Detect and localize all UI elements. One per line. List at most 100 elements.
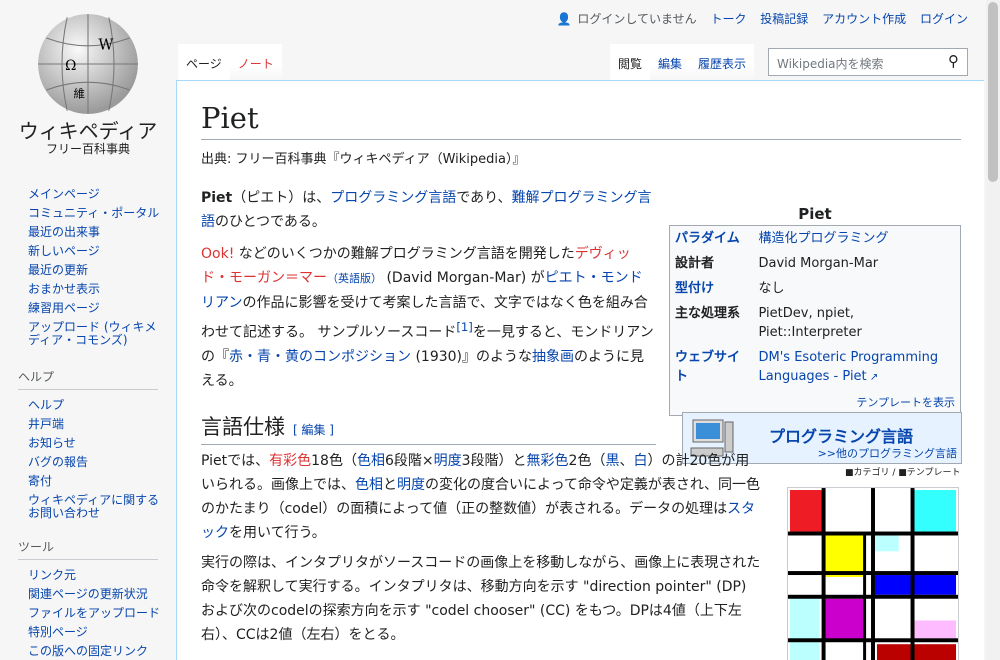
infobox-value: PietDev, npiet, Piet::Interpreter bbox=[758, 306, 862, 340]
text: 18色（ bbox=[311, 453, 357, 469]
reference-link[interactable]: [1] bbox=[456, 320, 473, 334]
infobox-value[interactable]: 構造化プログラミング bbox=[759, 231, 889, 246]
infobox-value[interactable]: DM's Esoteric Programming Languages - Pi… bbox=[759, 350, 939, 384]
infobox: Piet パラダイム 構造化プログラミング 設計者 David Morgan-Mar… bbox=[669, 205, 961, 416]
namespace-tabs: ページ ノート bbox=[178, 44, 282, 80]
piet-sample-image[interactable] bbox=[787, 487, 959, 660]
sidebar-link[interactable]: 井戸端 bbox=[28, 415, 168, 434]
term-bold: Piet bbox=[201, 190, 233, 206]
text: を用いて行う。 bbox=[229, 525, 326, 541]
tab-page[interactable]: ページ bbox=[178, 44, 230, 80]
link[interactable]: 明度 bbox=[397, 477, 425, 493]
not-logged-in-text: ログインしていません bbox=[577, 12, 697, 26]
infobox-row: パラダイム 構造化プログラミング bbox=[670, 226, 961, 252]
talk-link[interactable]: トーク bbox=[710, 12, 746, 26]
tab-talk[interactable]: ノート bbox=[229, 44, 282, 80]
red-link[interactable]: 有彩色 bbox=[269, 453, 311, 469]
infobox-key[interactable]: 型付け bbox=[675, 281, 714, 296]
infobox-caption: Piet bbox=[798, 205, 832, 223]
puzzle-globe-icon: W Ω 維 bbox=[38, 14, 138, 114]
infobox-key[interactable]: パラダイム bbox=[675, 231, 740, 246]
tab-edit[interactable]: 編集 bbox=[650, 44, 691, 80]
section-heading: 言語仕様 [ 編集 ] bbox=[201, 411, 656, 445]
show-template-link[interactable]: テンプレートを表示 bbox=[856, 396, 955, 409]
sidebar-link[interactable]: ヘルプ bbox=[28, 396, 168, 415]
link[interactable]: 明度 bbox=[434, 453, 462, 469]
portal-other-link[interactable]: >>他のプログラミング言語 bbox=[818, 445, 957, 461]
sidebar-navigation: メインページ コミュニティ・ポータル 最近の出来事 新しいページ 最近の更新 お… bbox=[28, 185, 168, 347]
text: と bbox=[383, 477, 397, 493]
tab-read[interactable]: 閲覧 bbox=[610, 44, 651, 80]
link[interactable]: 赤・青・黄のコンポジション bbox=[229, 349, 411, 365]
infobox-row: 設計者 David Morgan-Mar bbox=[670, 251, 961, 276]
sidebar-link[interactable]: バグの報告 bbox=[28, 453, 168, 472]
sidebar-link[interactable]: お知らせ bbox=[28, 434, 168, 453]
search-placeholder: Wikipedia内を検索 bbox=[777, 57, 884, 71]
help-heading: ヘルプ bbox=[18, 368, 158, 390]
external-link-icon: ↗ bbox=[866, 372, 879, 383]
page-title: Piet bbox=[201, 101, 961, 140]
link[interactable]: 黒 bbox=[605, 453, 619, 469]
red-link[interactable]: Ook! bbox=[201, 246, 234, 262]
search-input[interactable]: Wikipedia内を検索 ⚲ bbox=[768, 48, 968, 76]
contributions-link[interactable]: 投稿記録 bbox=[760, 12, 808, 26]
infobox-key[interactable]: ウェブサイト bbox=[675, 350, 740, 384]
link[interactable]: 色相 bbox=[357, 453, 385, 469]
sidebar-link[interactable]: 最近の更新 bbox=[28, 261, 168, 280]
text: （ピエト）は、 bbox=[232, 190, 331, 206]
sidebar-link[interactable]: 関連ページの更新状況 bbox=[28, 585, 168, 604]
scrollbar-thumb[interactable] bbox=[988, 2, 998, 182]
sidebar-link[interactable]: この版への固定リンク bbox=[28, 642, 168, 660]
text: (David Morgan-Mar) が bbox=[382, 270, 545, 286]
link[interactable]: 無彩色 bbox=[527, 453, 569, 469]
tagline: フリー百科事典 bbox=[45, 142, 130, 156]
text: (1930)』のような bbox=[411, 348, 533, 365]
portal-title[interactable]: プログラミング言語 bbox=[769, 423, 913, 447]
article-content: Piet 出典: フリー百科事典『ウィキペディア（Wikipedia）』 Pie… bbox=[176, 80, 984, 660]
view-tabs: 閲覧 編集 履歴表示 bbox=[610, 44, 755, 80]
sidebar-link[interactable]: 練習用ページ bbox=[28, 299, 168, 318]
text: 6段階× bbox=[384, 453, 434, 469]
link[interactable]: プログラミング言語 bbox=[330, 190, 456, 206]
sidebar-link[interactable]: ウィキペディアに関するお問い合わせ bbox=[28, 494, 168, 520]
link[interactable]: 色相 bbox=[355, 477, 383, 493]
svg-text:W: W bbox=[98, 36, 113, 53]
sidebar-link[interactable]: メインページ bbox=[28, 185, 168, 204]
sidebar-link[interactable]: ファイルをアップロード bbox=[28, 604, 168, 623]
text: Pietでは、 bbox=[201, 453, 270, 469]
sidebar-link[interactable]: コミュニティ・ポータル bbox=[28, 204, 168, 223]
infobox-table: パラダイム 構造化プログラミング 設計者 David Morgan-Mar 型付け な… bbox=[669, 225, 961, 416]
sidebar-help: ヘルプ ヘルプ 井戸端 お知らせ バグの報告 寄付 ウィキペディアに関するお問い… bbox=[18, 368, 168, 520]
search-icon[interactable]: ⚲ bbox=[948, 52, 959, 70]
wordmark: ウィキペディア bbox=[18, 119, 158, 143]
link[interactable]: 白 bbox=[633, 453, 647, 469]
sidebar-link[interactable]: 特別ページ bbox=[28, 623, 168, 642]
text: であり、 bbox=[456, 190, 512, 206]
text: 3段階）と bbox=[461, 453, 527, 469]
spec-paragraph-2: 実行の際は、インタプリタがソースコードの画像上を移動しながら、画像上に表現された… bbox=[201, 555, 761, 643]
create-account-link[interactable]: アカウント作成 bbox=[822, 12, 906, 26]
link[interactable]: 抽象画 bbox=[532, 349, 574, 365]
sidebar-link[interactable]: おまかせ表示 bbox=[28, 280, 168, 299]
svg-text:維: 維 bbox=[73, 86, 84, 100]
interlanguage-link[interactable]: （英語版） bbox=[327, 272, 382, 285]
lead-paragraph-2: Ook! などのいくつかの難解プログラミング言語を開発したデヴィッド・モーガン＝… bbox=[201, 242, 656, 393]
tab-history[interactable]: 履歴表示 bbox=[690, 44, 755, 80]
section-title: 言語仕様 bbox=[201, 415, 285, 439]
user-icon: 👤 bbox=[556, 12, 572, 26]
scrollbar[interactable] bbox=[986, 0, 1000, 660]
wikipedia-logo[interactable]: W Ω 維 ウィキペディア フリー百科事典 bbox=[18, 12, 158, 156]
infobox-row: ウェブサイト DM's Esoteric Programming Language… bbox=[670, 345, 961, 390]
login-link[interactable]: ログイン bbox=[920, 12, 968, 26]
sidebar-link[interactable]: 新しいページ bbox=[28, 242, 168, 261]
sidebar-link[interactable]: アップロード (ウィキメディア・コモンズ) bbox=[28, 321, 168, 347]
sidebar-link[interactable]: リンク元 bbox=[28, 566, 168, 585]
section-edit-link[interactable]: [ 編集 ] bbox=[293, 423, 334, 437]
spec-paragraph-1: Pietでは、有彩色18色（色相6段階×明度3段階）と無彩色2色（黒、白）の計2… bbox=[201, 449, 761, 545]
sidebar-tools: ツール リンク元 関連ページの更新状況 ファイルをアップロード 特別ページ この… bbox=[18, 538, 168, 660]
sidebar-link[interactable]: 最近の出来事 bbox=[28, 223, 168, 242]
infobox-row: 主な処理系 PietDev, npiet, Piet::Interpreter bbox=[670, 301, 961, 345]
text: などのいくつかの難解プログラミング言語を開発した bbox=[234, 246, 575, 262]
sidebar-link[interactable]: 寄付 bbox=[28, 472, 168, 491]
personal-tools: 👤 ログインしていません トーク 投稿記録 アカウント作成 ログイン bbox=[547, 10, 968, 27]
